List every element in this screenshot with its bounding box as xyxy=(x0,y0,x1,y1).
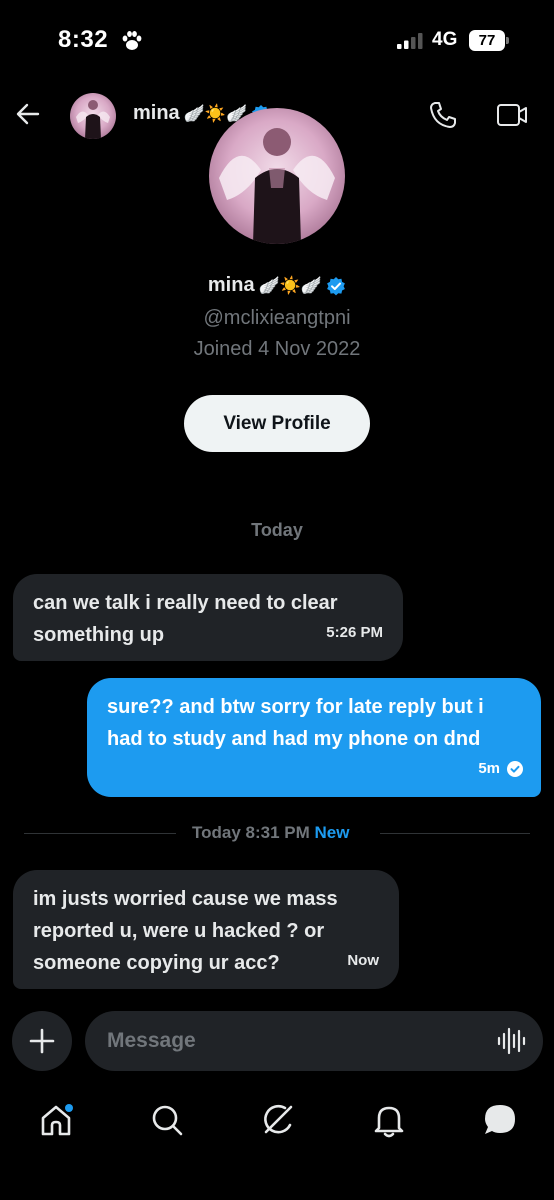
notifications-bell-icon[interactable] xyxy=(369,1100,409,1140)
message-input[interactable] xyxy=(85,1011,543,1071)
network-label: 4G xyxy=(432,29,458,50)
messages-icon[interactable] xyxy=(480,1100,520,1140)
profile-name-text: mina xyxy=(207,274,255,296)
message-text: sure?? and btw sorry for late reply but … xyxy=(107,696,484,750)
message-text: im justs worried cause we mass reported … xyxy=(33,888,338,974)
new-label: New xyxy=(314,823,350,842)
profile-avatar[interactable] xyxy=(209,108,345,244)
status-time: 8:32 xyxy=(58,26,109,53)
profile-emoji: 🪽☀️🪽 xyxy=(258,275,323,295)
voice-waveform-icon[interactable] xyxy=(496,1027,526,1055)
divider-line-left xyxy=(24,833,176,834)
new-messages-divider: Today 8:31 PM New xyxy=(192,823,349,843)
profile-joined-date: Joined 4 Nov 2022 xyxy=(193,338,361,360)
back-arrow-icon[interactable] xyxy=(14,100,42,128)
video-call-icon[interactable] xyxy=(496,102,528,128)
battery-level: 77 xyxy=(478,32,496,49)
add-attachment-button[interactable] xyxy=(12,1011,72,1071)
message-bubble-outgoing[interactable]: sure?? and btw sorry for late reply but … xyxy=(87,678,541,797)
message-bubble-incoming[interactable]: im justs worried cause we mass reported … xyxy=(13,870,399,989)
phone-call-icon[interactable] xyxy=(428,100,458,130)
search-icon[interactable] xyxy=(147,1100,187,1140)
home-icon[interactable] xyxy=(36,1100,76,1140)
view-profile-button[interactable]: View Profile xyxy=(184,395,370,452)
header-avatar[interactable] xyxy=(70,93,116,139)
header-name-text: mina xyxy=(133,102,180,124)
status-bar: 8:32 4G 77 xyxy=(0,0,554,80)
message-timestamp: 5m xyxy=(478,753,523,785)
grok-icon[interactable] xyxy=(258,1100,298,1140)
signal-icon xyxy=(397,33,423,49)
divider-line-right xyxy=(380,833,530,834)
message-timestamp: 5:26 PM xyxy=(326,624,383,641)
paw-icon xyxy=(122,31,142,50)
message-bubble-incoming[interactable]: can we talk i really need to clear somet… xyxy=(13,574,403,661)
profile-name: mina 🪽☀️🪽 xyxy=(0,274,554,297)
bottom-navigation xyxy=(0,1090,554,1200)
profile-handle: @mclixieangtpni xyxy=(203,307,351,329)
day-separator: Today xyxy=(251,520,303,540)
battery-icon: 77 xyxy=(469,30,509,51)
verified-badge-icon xyxy=(327,276,345,295)
seen-check-icon xyxy=(507,761,523,777)
plus-icon xyxy=(29,1028,55,1054)
new-divider-time: Today 8:31 PM xyxy=(192,823,310,842)
message-timestamp: Now xyxy=(347,952,379,969)
message-time-text: 5m xyxy=(478,760,500,777)
